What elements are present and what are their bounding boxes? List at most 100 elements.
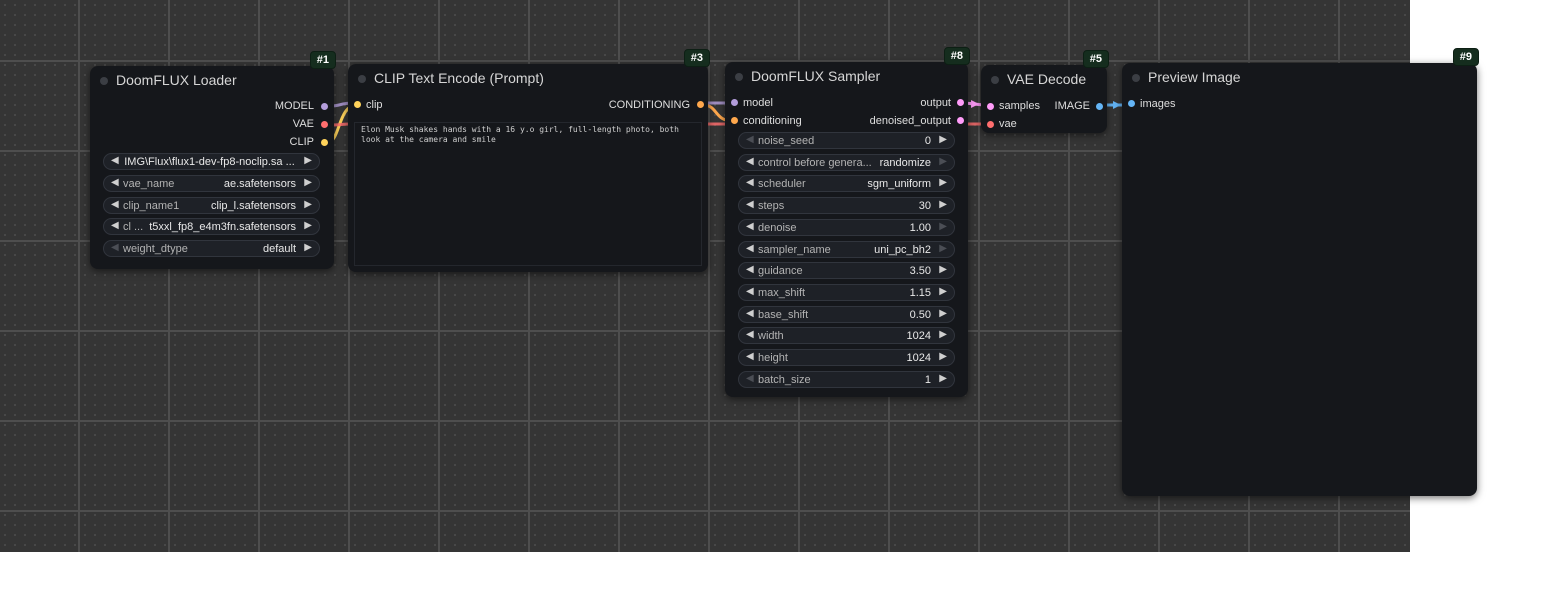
preview-image-node[interactable]: #9 Preview Image images [1122, 48, 1479, 496]
node-header[interactable]: CLIP Text Encode (Prompt) [348, 64, 708, 92]
output-slot-denoised-output[interactable]: denoised_output [870, 112, 951, 130]
input-slot-model[interactable]: model [743, 94, 773, 112]
increment-arrow-icon[interactable]: ▶ [304, 242, 312, 253]
widget-value: t5xxl_fp8_e4m3fn.safetensors [149, 221, 296, 233]
denoised-output-pin-icon[interactable] [957, 117, 964, 124]
decrement-arrow-icon[interactable]: ◀ [111, 220, 119, 231]
decrement-arrow-icon[interactable]: ◀ [746, 134, 754, 145]
clip-text-encode-node[interactable]: #3 CLIP Text Encode (Prompt) clip CONDIT… [348, 49, 710, 272]
node-header[interactable]: DoomFLUX Sampler [725, 62, 968, 90]
output-label-denoised-output: denoised_output [869, 115, 951, 127]
sampler-widget-10[interactable]: ◀ height 1024 ▶ [738, 349, 955, 366]
output-slot-image[interactable]: IMAGE [1055, 97, 1090, 115]
increment-arrow-icon[interactable]: ▶ [939, 199, 947, 210]
widget-weight-dtype[interactable]: ◀ weight_dtype default ▶ [103, 240, 320, 257]
input-slot-images[interactable]: images [1140, 95, 1175, 113]
clip-output-pin-icon[interactable] [321, 139, 328, 146]
conditioning-input-pin-icon[interactable] [731, 117, 738, 124]
node-header[interactable]: VAE Decode [981, 65, 1107, 93]
decrement-arrow-icon[interactable]: ◀ [746, 351, 754, 362]
widget-clip-name2[interactable]: ◀ cl ... t5xxl_fp8_e4m3fn.safetensors ▶ [103, 218, 320, 235]
output-slot-clip[interactable]: CLIP [290, 133, 314, 151]
input-slot-conditioning[interactable]: conditioning [743, 112, 802, 130]
increment-arrow-icon[interactable]: ▶ [304, 220, 312, 231]
decrement-arrow-icon[interactable]: ◀ [111, 199, 119, 210]
vae-decode-node[interactable]: #5 VAE Decode samples vae IMAGE [981, 50, 1109, 133]
output-slot-vae[interactable]: VAE [293, 115, 314, 133]
decrement-arrow-icon[interactable]: ◀ [111, 242, 119, 253]
sampler-widget-4[interactable]: ◀ denoise 1.00 ▶ [738, 218, 955, 236]
increment-arrow-icon[interactable]: ▶ [939, 351, 947, 362]
vae-input-pin-icon[interactable] [987, 121, 994, 128]
decrement-arrow-icon[interactable]: ◀ [746, 264, 754, 275]
collapse-dot-icon[interactable] [100, 77, 108, 85]
input-slot-clip[interactable]: clip [366, 96, 383, 114]
increment-arrow-icon[interactable]: ▶ [939, 243, 947, 254]
input-slot-vae[interactable]: vae [999, 115, 1017, 133]
collapse-dot-icon[interactable] [1132, 74, 1140, 82]
widget-unet-name[interactable]: ◀ IMG\Flux\flux1-dev-fp8-noclip.sa ... ▶ [103, 153, 320, 170]
sampler-widget-6[interactable]: ◀ guidance 3.50 ▶ [738, 262, 955, 280]
collapse-dot-icon[interactable] [991, 76, 999, 84]
vae-output-pin-icon[interactable] [321, 121, 328, 128]
latent-output-pin-icon[interactable] [957, 99, 964, 106]
increment-arrow-icon[interactable]: ▶ [939, 286, 947, 297]
output-slot-output[interactable]: output [920, 94, 951, 112]
widget-vae-name[interactable]: ◀ vae_name ae.safetensors ▶ [103, 175, 320, 192]
decrement-arrow-icon[interactable]: ◀ [746, 286, 754, 297]
sampler-widget-1[interactable]: ◀ control before genera... randomize ▶ [738, 153, 955, 171]
images-input-pin-icon[interactable] [1128, 100, 1135, 107]
increment-arrow-icon[interactable]: ▶ [304, 199, 312, 210]
collapse-dot-icon[interactable] [735, 73, 743, 81]
sampler-widget-11[interactable]: ◀ batch_size 1 ▶ [738, 370, 955, 388]
decrement-arrow-icon[interactable]: ◀ [746, 199, 754, 210]
collapse-dot-icon[interactable] [358, 75, 366, 83]
output-slot-conditioning[interactable]: CONDITIONING [609, 96, 690, 114]
decrement-arrow-icon[interactable]: ◀ [746, 156, 754, 167]
decrement-arrow-icon[interactable]: ◀ [746, 243, 754, 254]
decrement-arrow-icon[interactable]: ◀ [746, 329, 754, 340]
samples-input-pin-icon[interactable] [987, 103, 994, 110]
widget-label: denoise [758, 221, 797, 234]
decrement-arrow-icon[interactable]: ◀ [746, 177, 754, 188]
decrement-arrow-icon[interactable]: ◀ [746, 308, 754, 319]
doomflux-sampler-node[interactable]: #8 DoomFLUX Sampler model conditioning o… [725, 47, 970, 397]
increment-arrow-icon[interactable]: ▶ [304, 177, 312, 188]
increment-arrow-icon[interactable]: ▶ [304, 155, 312, 166]
node-header[interactable]: DoomFLUX Loader [90, 66, 334, 94]
decrement-arrow-icon[interactable]: ◀ [111, 155, 119, 166]
decrement-arrow-icon[interactable]: ◀ [111, 177, 119, 188]
input-slot-samples[interactable]: samples [999, 97, 1040, 115]
increment-arrow-icon[interactable]: ▶ [939, 329, 947, 340]
sampler-widget-9[interactable]: ◀ width 1024 ▶ [738, 327, 955, 345]
widget-value: ae.safetensors [223, 178, 296, 190]
conditioning-output-pin-icon[interactable] [697, 101, 704, 108]
model-input-pin-icon[interactable] [731, 99, 738, 106]
sampler-widget-2[interactable]: ◀ scheduler sgm_uniform ▶ [738, 175, 955, 193]
increment-arrow-icon[interactable]: ▶ [939, 373, 947, 384]
sampler-widget-5[interactable]: ◀ sampler_name uni_pc_bh2 ▶ [738, 240, 955, 258]
increment-arrow-icon[interactable]: ▶ [939, 308, 947, 319]
decrement-arrow-icon[interactable]: ◀ [746, 373, 754, 384]
doomflux-loader-node[interactable]: #1 DoomFLUX Loader MODEL VAE CLIP ◀ IMG\… [90, 51, 336, 269]
widget-value: 1.00 [909, 221, 931, 234]
output-slot-model[interactable]: MODEL [275, 97, 314, 115]
increment-arrow-icon[interactable]: ▶ [939, 264, 947, 275]
increment-arrow-icon[interactable]: ▶ [939, 156, 947, 167]
increment-arrow-icon[interactable]: ▶ [939, 221, 947, 232]
image-output-pin-icon[interactable] [1096, 103, 1103, 110]
output-label-image: IMAGE [1054, 100, 1090, 112]
sampler-widget-3[interactable]: ◀ steps 30 ▶ [738, 197, 955, 215]
model-output-pin-icon[interactable] [321, 103, 328, 110]
clip-input-pin-icon[interactable] [354, 101, 361, 108]
widget-clip-name1[interactable]: ◀ clip_name1 clip_l.safetensors ▶ [103, 197, 320, 214]
increment-arrow-icon[interactable]: ▶ [939, 177, 947, 188]
sampler-widget-0[interactable]: ◀ noise_seed 0 ▶ [738, 132, 955, 149]
node-header[interactable]: Preview Image [1122, 63, 1477, 91]
prompt-textarea[interactable]: Elon Musk shakes hands with a 16 y.o gir… [354, 122, 702, 266]
sampler-widget-7[interactable]: ◀ max_shift 1.15 ▶ [738, 283, 955, 301]
node-title: Preview Image [1148, 69, 1241, 85]
increment-arrow-icon[interactable]: ▶ [939, 134, 947, 145]
decrement-arrow-icon[interactable]: ◀ [746, 221, 754, 232]
sampler-widget-8[interactable]: ◀ base_shift 0.50 ▶ [738, 305, 955, 323]
